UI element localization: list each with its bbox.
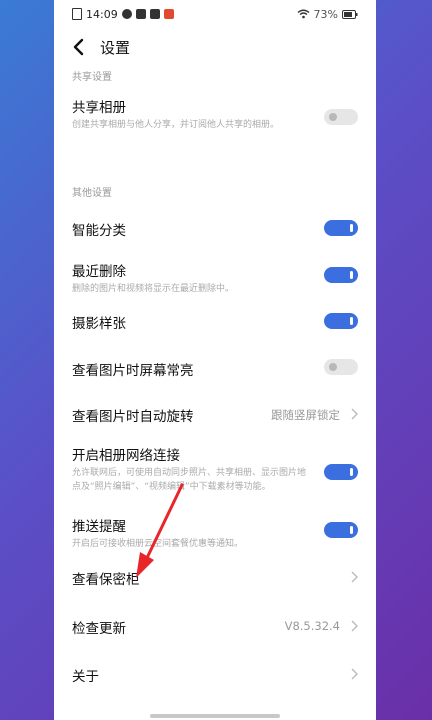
row-title: 共享相册 xyxy=(72,100,126,116)
row-desc: 开启后可接收相册云空间套餐优惠等通知。 xyxy=(72,539,244,549)
wifi-icon xyxy=(297,9,309,19)
status-right: 73% xyxy=(297,8,358,21)
section-label-share: 共享设置 xyxy=(72,72,112,83)
push-toggle[interactable] xyxy=(324,522,358,538)
row-desc: 允许联网后，可使用自动同步照片、共享相册、显示图片地点及“照片编辑”、“视频编辑… xyxy=(72,468,307,492)
phone-screen: 14:09 73% 设置 共享设置 共享相册 创建共享相册与他人分享，并订阅他人… xyxy=(54,0,376,720)
share-album-row[interactable]: 共享相册 创建共享相册与他人分享，并订阅他人共享的相册。 xyxy=(72,96,358,146)
home-indicator xyxy=(150,714,280,718)
auto-rotate-value: 跟随竖屏锁定 xyxy=(271,408,340,422)
recently-deleted-toggle[interactable] xyxy=(324,267,358,283)
row-title: 开启相册网络连接 xyxy=(72,448,180,464)
app-icon xyxy=(163,9,174,19)
chevron-right-icon xyxy=(351,668,358,680)
row-title: 智能分类 xyxy=(72,223,126,239)
app-icon xyxy=(135,9,146,19)
back-arrow-icon[interactable] xyxy=(72,37,86,57)
mail-icon xyxy=(149,9,160,19)
share-album-toggle[interactable] xyxy=(324,109,358,125)
smart-classify-row[interactable]: 智能分类 xyxy=(72,219,358,241)
section-label-other: 其他设置 xyxy=(72,188,112,199)
network-row[interactable]: 开启相册网络连接 允许联网后，可使用自动同步照片、共享相册、显示图片地点及“照片… xyxy=(72,444,358,504)
push-row[interactable]: 推送提醒 开启后可接收相册云空间套餐优惠等通知。 xyxy=(72,515,358,551)
row-title: 最近删除 xyxy=(72,264,126,280)
row-title: 查看图片时屏幕常亮 xyxy=(72,363,194,379)
chevron-right-icon xyxy=(351,571,358,583)
chevron-right-icon xyxy=(351,408,358,420)
smart-classify-toggle[interactable] xyxy=(324,220,358,236)
row-title: 摄影样张 xyxy=(72,316,126,332)
about-row[interactable]: 关于 xyxy=(72,665,358,687)
row-title: 关于 xyxy=(72,669,99,685)
screen-on-toggle[interactable] xyxy=(324,359,358,375)
row-desc: 创建共享相册与他人分享，并订阅他人共享的相册。 xyxy=(72,120,280,130)
photo-sample-row[interactable]: 摄影样张 xyxy=(72,312,358,334)
page-title: 设置 xyxy=(100,38,131,57)
version-value: V8.5.32.4 xyxy=(284,619,340,633)
status-bar: 14:09 73% xyxy=(54,0,376,28)
app-icon xyxy=(121,9,132,19)
status-left: 14:09 xyxy=(72,8,174,21)
photo-sample-toggle[interactable] xyxy=(324,313,358,329)
status-time: 14:09 xyxy=(86,7,118,21)
battery-percent: 73% xyxy=(313,7,338,21)
network-toggle[interactable] xyxy=(324,464,358,480)
app-header: 设置 xyxy=(54,28,376,66)
chevron-right-icon xyxy=(351,620,358,632)
recently-deleted-row[interactable]: 最近删除 删除的图片和视频将显示在最近删除中。 xyxy=(72,260,358,296)
row-desc: 删除的图片和视频将显示在最近删除中。 xyxy=(72,284,235,294)
row-title: 查看保密柜 xyxy=(72,572,140,588)
sim-icon xyxy=(72,8,82,20)
row-title: 推送提醒 xyxy=(72,519,126,535)
battery-icon xyxy=(342,9,358,19)
auto-rotate-row[interactable]: 查看图片时自动旋转 跟随竖屏锁定 xyxy=(72,405,358,427)
vault-row[interactable]: 查看保密柜 xyxy=(72,568,358,590)
update-row[interactable]: 检查更新 V8.5.32.4 xyxy=(72,617,358,639)
screen-on-row[interactable]: 查看图片时屏幕常亮 xyxy=(72,359,358,381)
